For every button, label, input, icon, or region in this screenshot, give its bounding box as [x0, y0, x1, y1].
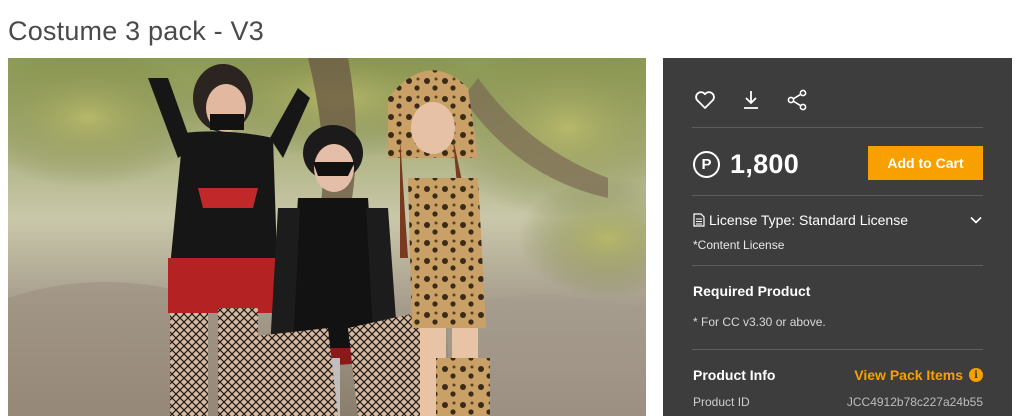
product-image[interactable] [8, 58, 646, 416]
product-id-label: Product ID [693, 395, 750, 409]
product-info-row: Product Info View Pack Items i [693, 367, 983, 387]
share-icon[interactable] [785, 88, 809, 112]
purchase-panel: P 1,800 Add to Cart License Type: Standa… [663, 58, 1012, 416]
divider [692, 265, 983, 266]
price-row: P 1,800 Add to Cart [693, 146, 983, 182]
divider [692, 127, 983, 128]
license-row[interactable]: License Type: Standard License [693, 210, 983, 230]
view-pack-items-link[interactable]: View Pack Items i [854, 367, 983, 383]
license-type-label: License Type: Standard License [709, 212, 908, 228]
action-icons [693, 88, 809, 112]
page-title: Costume 3 pack - V3 [8, 16, 264, 46]
points-coin-icon: P [693, 150, 720, 178]
required-product-title: Required Product [693, 283, 811, 299]
download-icon[interactable] [739, 88, 763, 112]
divider [692, 349, 983, 350]
product-info-title: Product Info [693, 367, 776, 383]
chevron-down-icon[interactable] [969, 213, 983, 227]
price-value: 1,800 [730, 148, 800, 179]
heart-icon[interactable] [693, 88, 717, 112]
document-icon [693, 213, 705, 227]
license-subtitle: *Content License [693, 238, 785, 252]
view-pack-items-label: View Pack Items [854, 367, 963, 383]
product-photo [8, 58, 646, 416]
info-icon: i [969, 368, 983, 382]
product-id-row: Product ID JCC4912b78c227a24b55 [693, 395, 983, 411]
product-id-value: JCC4912b78c227a24b55 [846, 395, 983, 409]
required-product-note: * For CC v3.30 or above. [693, 315, 826, 329]
divider [692, 195, 983, 196]
add-to-cart-button[interactable]: Add to Cart [868, 146, 983, 180]
